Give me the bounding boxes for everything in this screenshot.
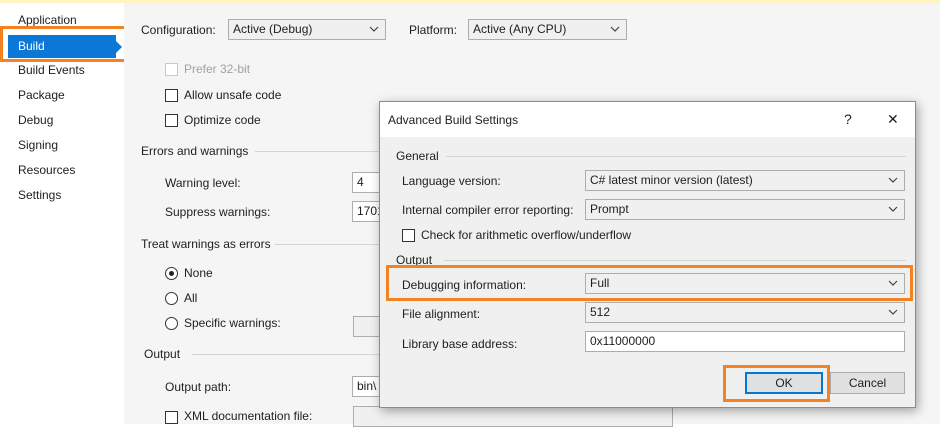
xml-doc-checkbox[interactable] [165,411,178,424]
sidebar-item-signing[interactable]: Signing [18,134,58,156]
optimize-checkbox[interactable] [165,114,178,127]
sidebar: Application Build Build Events Package D… [0,3,124,424]
dialog-output-header: Output [396,253,433,267]
debugging-information-label: Debugging information: [402,278,527,292]
xml-doc-label: XML documentation file: [184,409,313,423]
prefer-32bit-label: Prefer 32-bit [184,62,251,76]
advanced-build-settings-dialog: Advanced Build Settings ? ✕ General Lang… [379,101,916,408]
library-base-address-label: Library base address: [402,337,518,351]
language-version-value: C# latest minor version (latest) [590,173,753,187]
file-alignment-label: File alignment: [402,307,481,321]
cancel-button[interactable]: Cancel [830,372,905,394]
chevron-down-icon [610,26,620,32]
allow-unsafe-checkbox[interactable] [165,89,178,102]
group-divider [275,244,379,245]
allow-unsafe-label: Allow unsafe code [184,88,282,102]
general-header: General [396,149,439,163]
chevron-down-icon [369,26,379,32]
radio-specific[interactable] [165,317,178,330]
file-alignment-dropdown[interactable]: 512 [585,302,905,323]
close-icon[interactable]: ✕ [887,111,899,128]
platform-value: Active (Any CPU) [473,22,567,36]
radio-all-label: All [184,291,198,305]
compiler-error-reporting-dropdown[interactable]: Prompt [585,199,905,220]
sidebar-item-settings[interactable]: Settings [18,184,61,206]
radio-specific-label: Specific warnings: [184,316,281,330]
group-divider [255,151,379,152]
group-divider [446,156,906,157]
radio-none[interactable] [165,267,178,280]
errors-warnings-header: Errors and warnings [141,144,249,158]
chevron-down-icon [888,280,898,286]
sidebar-item-build-events[interactable]: Build Events [18,59,85,81]
output-header: Output [144,347,181,361]
dialog-title-bar: Advanced Build Settings ? ✕ [380,102,915,137]
suppress-warnings-label: Suppress warnings: [165,205,271,219]
overflow-check-label: Check for arithmetic overflow/underflow [421,228,632,242]
file-alignment-value: 512 [590,305,611,319]
sidebar-item-package[interactable]: Package [18,84,65,106]
optimize-label: Optimize code [184,113,261,127]
radio-all[interactable] [165,292,178,305]
warning-level-label: Warning level: [165,176,241,190]
sidebar-item-debug[interactable]: Debug [18,109,53,131]
sidebar-item-resources[interactable]: Resources [18,159,75,181]
language-version-dropdown[interactable]: C# latest minor version (latest) [585,170,905,191]
chevron-down-icon [888,177,898,183]
help-icon[interactable]: ? [844,111,852,127]
configuration-value: Active (Debug) [233,22,313,36]
debugging-information-value: Full [590,276,610,290]
library-base-address-field[interactable]: 0x11000000 [585,331,905,352]
platform-dropdown[interactable]: Active (Any CPU) [468,19,627,40]
debugging-information-dropdown[interactable]: Full [585,273,905,294]
build-highlight [0,26,130,62]
output-path-label: Output path: [165,380,232,394]
chevron-down-icon [888,309,898,315]
compiler-error-reporting-value: Prompt [590,202,629,216]
chevron-down-icon [888,206,898,212]
configuration-dropdown[interactable]: Active (Debug) [228,19,386,40]
dialog-title: Advanced Build Settings [388,113,519,127]
language-version-label: Language version: [402,174,501,188]
group-divider [192,354,379,355]
treat-warnings-header: Treat warnings as errors [141,237,271,251]
prefer-32bit-checkbox[interactable] [165,63,178,76]
ok-button[interactable]: OK [745,372,823,394]
platform-label: Platform: [409,23,458,37]
compiler-error-reporting-label: Internal compiler error reporting: [402,203,574,217]
radio-none-label: None [184,266,213,280]
group-divider [444,260,906,261]
configuration-label: Configuration: [141,23,216,37]
overflow-check-checkbox[interactable] [402,229,415,242]
